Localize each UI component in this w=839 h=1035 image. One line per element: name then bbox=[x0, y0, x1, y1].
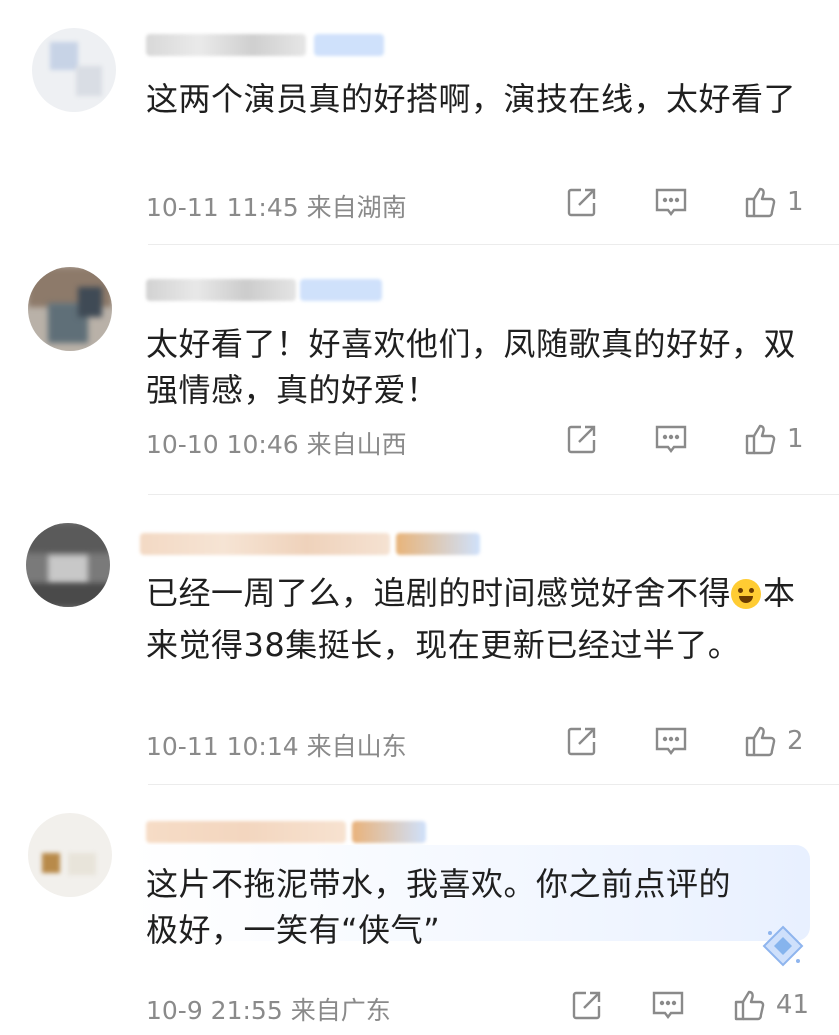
comment-item: 已经一周了么，追剧的时间感觉好舍不得 本来觉得38集挺长，现在更新已经过半了。 1… bbox=[0, 495, 839, 785]
comment-icon bbox=[655, 425, 687, 453]
reply-button[interactable] bbox=[653, 422, 689, 456]
comment-actions: 2 bbox=[565, 723, 809, 759]
laughing-tears-emoji bbox=[731, 579, 762, 609]
avatar[interactable] bbox=[32, 28, 116, 112]
comment-icon bbox=[655, 188, 687, 216]
comment-item: 这两个演员真的好搭啊，演技在线，太好看了 10-11 11:45 来自湖南 1 bbox=[0, 0, 839, 245]
like-button[interactable]: 1 bbox=[743, 184, 809, 220]
comment-actions: 1 bbox=[565, 184, 809, 220]
like-count: 1 bbox=[787, 424, 804, 454]
reply-button[interactable] bbox=[653, 724, 689, 758]
comment-item: 这片不拖泥带水，我喜欢。你之前点评的极好，一笑有“侠气” 10-9 21:55 … bbox=[0, 785, 839, 1035]
share-icon bbox=[567, 188, 596, 217]
share-icon bbox=[572, 991, 601, 1020]
avatar[interactable] bbox=[28, 267, 112, 351]
comment-item: 太好看了！好喜欢他们，凤随歌真的好好，双强情感，真的好爱！ 10-10 10:4… bbox=[0, 245, 839, 495]
comment-location: 来自广东 bbox=[290, 996, 391, 1025]
comment-text: 这片不拖泥带水，我喜欢。你之前点评的极好，一笑有“侠气” bbox=[146, 865, 732, 949]
share-button[interactable] bbox=[570, 988, 604, 1022]
comment-meta: 10-11 10:14 来自山东 bbox=[146, 727, 407, 763]
comment-actions: 1 bbox=[565, 421, 809, 457]
comment-actions: 41 bbox=[570, 987, 809, 1023]
like-count: 1 bbox=[787, 187, 804, 217]
comment-location: 来自山东 bbox=[306, 732, 407, 761]
comment-time: 10-11 11:45 bbox=[146, 193, 299, 222]
comment-text: 已经一周了么，追剧的时间感觉好舍不得 本来觉得38集挺长，现在更新已经过半了。 bbox=[146, 567, 807, 671]
comment-icon bbox=[652, 991, 684, 1019]
share-button[interactable] bbox=[565, 422, 599, 456]
comment-text-part: 已经一周了么，追剧的时间感觉好舍不得 bbox=[146, 574, 732, 612]
like-button[interactable]: 41 bbox=[732, 987, 809, 1023]
user-badge bbox=[300, 279, 382, 301]
comment-icon bbox=[655, 727, 687, 755]
avatar[interactable] bbox=[26, 523, 110, 607]
share-icon bbox=[567, 425, 596, 454]
user-badge bbox=[314, 34, 384, 56]
share-icon bbox=[567, 727, 596, 756]
share-button[interactable] bbox=[565, 185, 599, 219]
share-button[interactable] bbox=[565, 724, 599, 758]
comment-text: 这两个演员真的好搭啊，演技在线，太好看了 bbox=[146, 80, 797, 118]
thumbs-up-icon bbox=[745, 187, 776, 218]
username[interactable] bbox=[140, 533, 390, 555]
user-badge bbox=[396, 533, 480, 555]
comment-time: 10-11 10:14 bbox=[146, 732, 299, 761]
like-button[interactable]: 2 bbox=[743, 723, 809, 759]
thumbs-up-icon bbox=[734, 990, 765, 1021]
username[interactable] bbox=[146, 821, 346, 843]
comment-meta: 10-9 21:55 来自广东 bbox=[146, 991, 391, 1027]
reply-button[interactable] bbox=[653, 185, 689, 219]
user-badge bbox=[352, 821, 426, 843]
comment-location: 来自山西 bbox=[306, 430, 407, 459]
comment-text: 太好看了！好喜欢他们，凤随歌真的好好，双强情感，真的好爱！ bbox=[146, 325, 797, 409]
comment-time: 10-10 10:46 bbox=[146, 430, 299, 459]
like-count: 41 bbox=[775, 990, 809, 1020]
username[interactable] bbox=[146, 34, 306, 56]
sparkle-icon bbox=[762, 925, 804, 967]
avatar[interactable] bbox=[28, 813, 112, 897]
reply-button[interactable] bbox=[650, 988, 686, 1022]
thumbs-up-icon bbox=[745, 726, 776, 757]
comment-location: 来自湖南 bbox=[306, 193, 407, 222]
comment-meta: 10-10 10:46 来自山西 bbox=[146, 425, 407, 461]
comment-time: 10-9 21:55 bbox=[146, 996, 283, 1025]
like-count: 2 bbox=[787, 726, 804, 756]
like-button[interactable]: 1 bbox=[743, 421, 809, 457]
thumbs-up-icon bbox=[745, 424, 776, 455]
username[interactable] bbox=[146, 279, 296, 301]
comment-meta: 10-11 11:45 来自湖南 bbox=[146, 188, 407, 224]
